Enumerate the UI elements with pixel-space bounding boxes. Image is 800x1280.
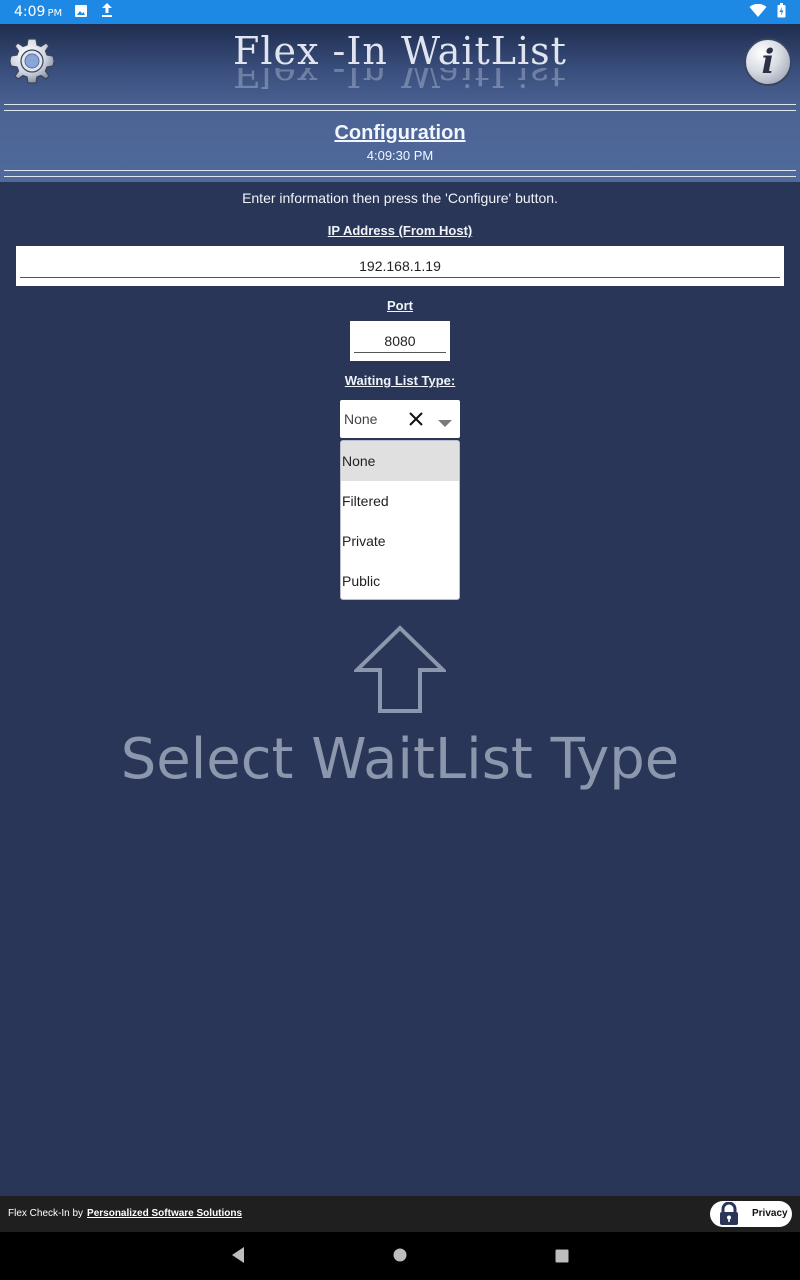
image-icon [74,3,88,22]
field-underline [354,352,446,353]
info-icon[interactable]: i [744,38,792,86]
wifi-icon [749,3,767,22]
option-private[interactable]: Private [341,521,459,561]
status-bar: 4:09 PM [0,0,800,24]
port-value: 8080 [384,333,416,349]
waitlist-type-label: Waiting List Type: [344,373,456,388]
page-title: Configuration [334,122,466,144]
brand-logo: Flex -In WaitList [233,29,567,73]
instruction-text: Enter information then press the 'Config… [242,190,558,206]
privacy-label: Privacy [752,1208,788,1219]
status-time: 4:09 PM [14,4,63,20]
up-arrow-icon [352,625,448,715]
footer-credit: Flex Check-In by Personalized Software So… [8,1208,242,1219]
header-divider [4,176,796,177]
option-none[interactable]: None [341,441,459,481]
gear-icon[interactable] [8,37,56,85]
select-waitlist-hint: Select WaitList Type [120,727,680,792]
ip-address-value: 192.168.1.19 [359,258,441,274]
waitlist-type-select[interactable]: None [340,400,460,438]
page-time: 4:09:30 PM [366,148,434,163]
recents-icon[interactable] [555,1249,569,1268]
option-filtered[interactable]: Filtered [341,481,459,521]
chevron-down-icon[interactable] [438,415,452,427]
port-field[interactable]: 8080 [350,321,450,361]
footer: Flex Check-In by Personalized Software So… [0,1196,800,1232]
header-divider [4,110,796,111]
logo-row: Flex -In WaitList Flex -In WaitList i [0,24,800,100]
credit-prefix: Flex Check-In by [8,1208,84,1219]
ip-address-label: IP Address (From Host) [327,223,473,238]
waitlist-type-value: None [344,411,378,427]
privacy-button[interactable]: Privacy [710,1201,792,1227]
company-link[interactable]: Personalized Software Solutions [87,1208,242,1219]
lock-icon [718,1201,740,1226]
header-divider [4,104,796,105]
field-underline [20,277,780,278]
ip-address-field[interactable]: 192.168.1.19 [16,246,784,286]
navigation-bar [0,1232,800,1280]
home-icon[interactable] [393,1248,407,1267]
option-public[interactable]: Public [341,561,459,599]
battery-icon [777,2,786,22]
port-label: Port [387,298,413,313]
back-icon[interactable] [230,1246,246,1269]
header-divider [4,170,796,171]
upload-icon [100,2,114,22]
clear-icon[interactable] [406,409,426,429]
brand-logo-reflection: Flex -In WaitList [233,68,567,94]
app-header: Flex -In WaitList Flex -In WaitList i Co… [0,24,800,182]
waitlist-type-dropdown: None Filtered Private Public [340,440,460,600]
